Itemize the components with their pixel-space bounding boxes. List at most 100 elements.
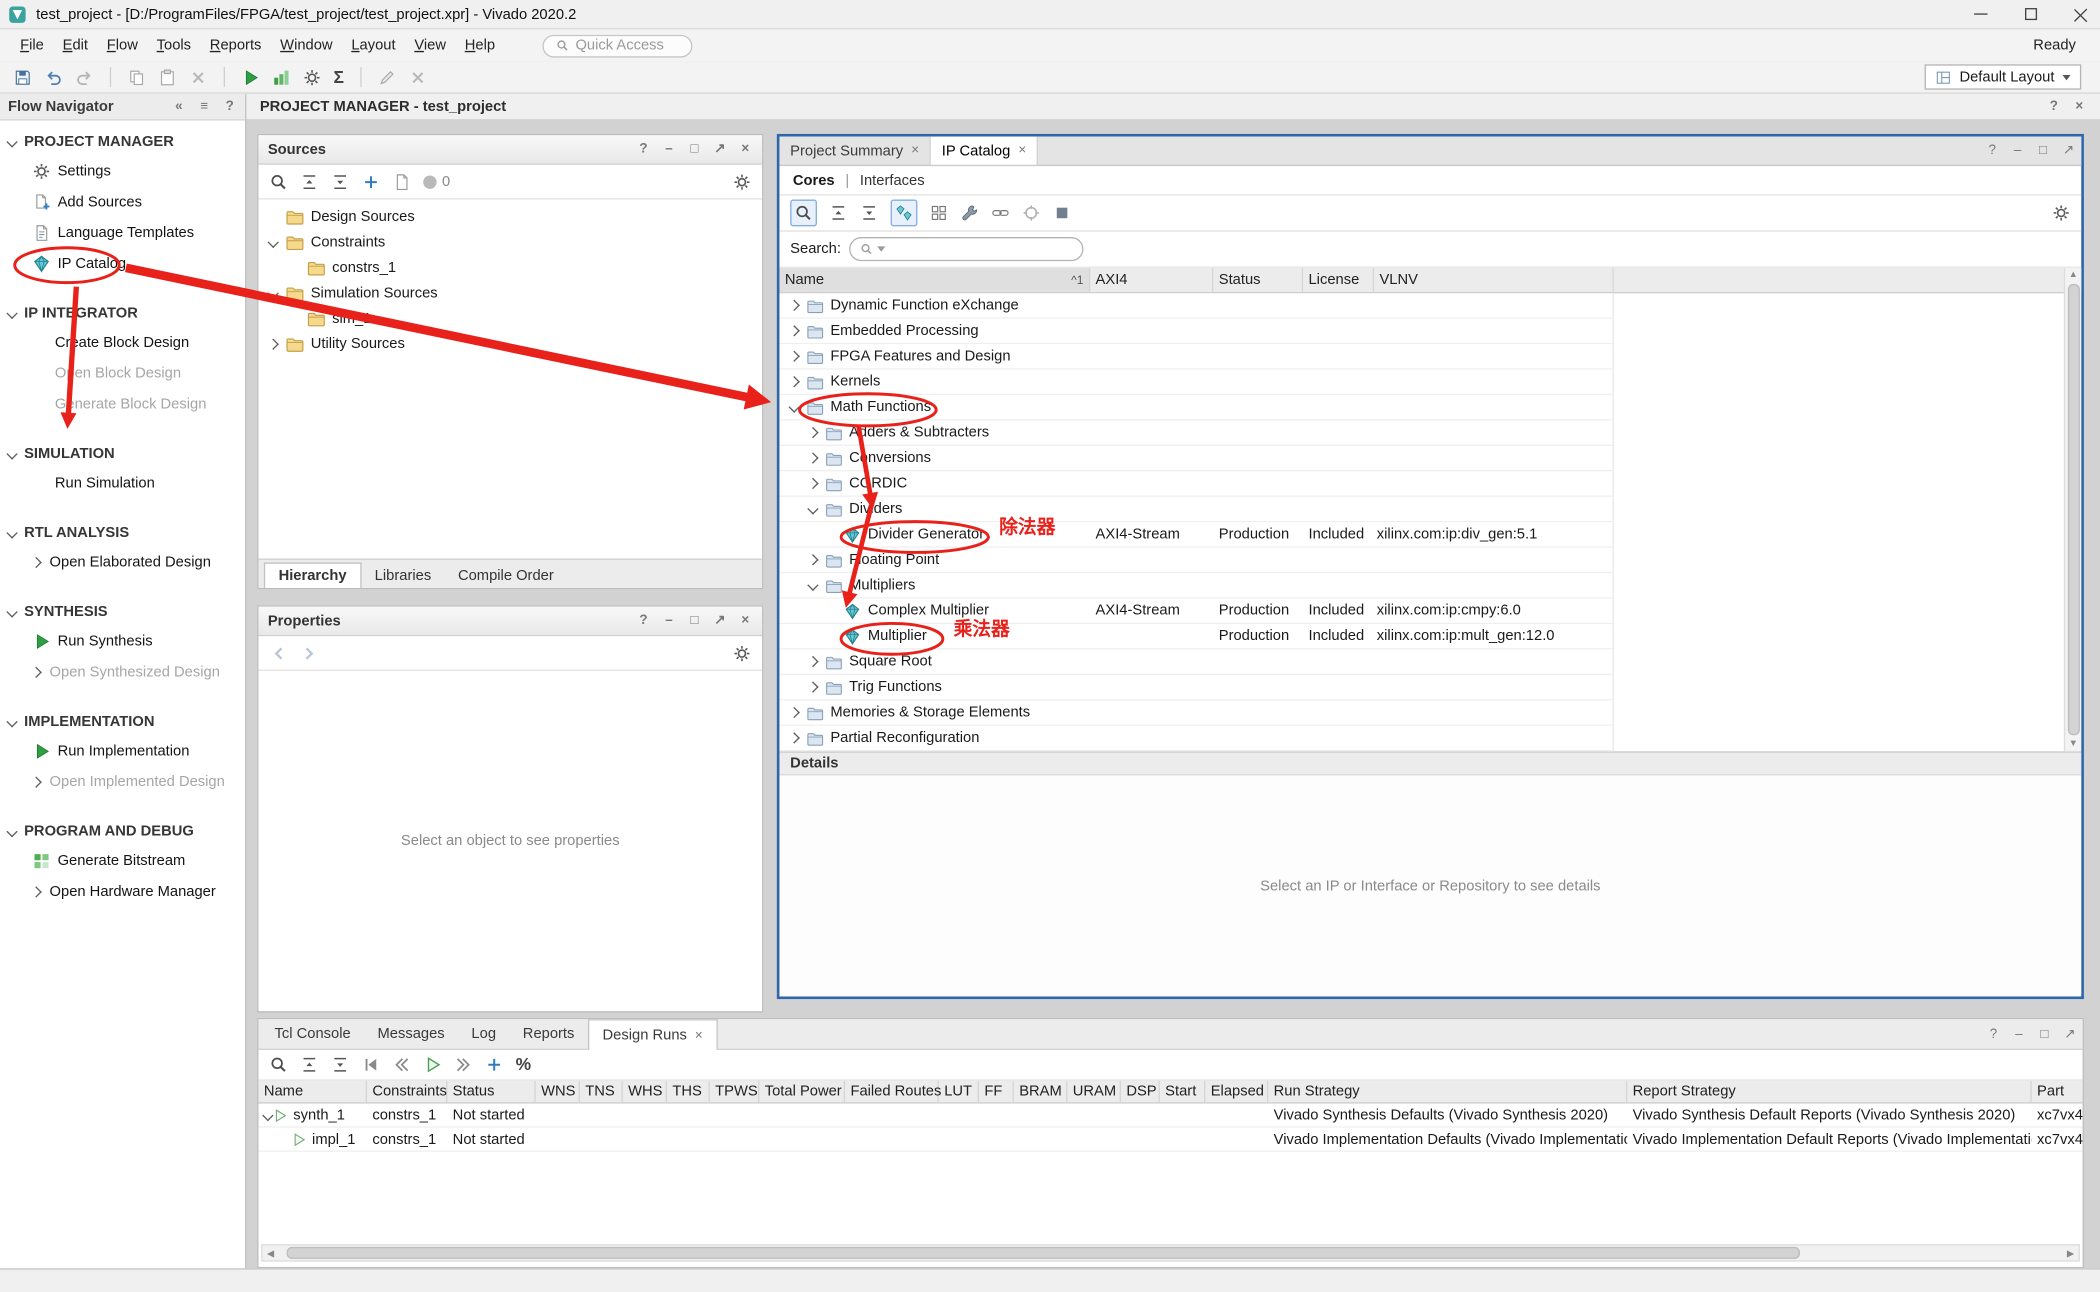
nav-item-language-templates[interactable]: Language Templates [0, 217, 245, 248]
expander-closed-icon[interactable] [789, 300, 800, 311]
expander-open-icon[interactable] [6, 826, 17, 837]
minimize-icon[interactable]: – [662, 613, 677, 628]
nav-item-open-implemented-design[interactable]: Open Implemented Design [0, 766, 245, 797]
search-icon[interactable] [269, 1055, 288, 1074]
scrollbar-thumb[interactable] [287, 1247, 1800, 1259]
expander-closed-icon[interactable] [789, 732, 800, 743]
customize-icon[interactable] [960, 204, 979, 223]
column-header-whs[interactable]: WHS [623, 1081, 667, 1102]
maximize-icon[interactable]: □ [687, 613, 702, 628]
expander-open-icon[interactable] [6, 448, 17, 459]
nav-item-run-simulation[interactable]: Run Simulation [0, 467, 245, 498]
ip-row-divider-generator[interactable]: Divider GeneratorAXI4-StreamProductionIn… [779, 522, 1613, 547]
column-header-part[interactable]: Part [2032, 1081, 2083, 1102]
ip-search-input[interactable] [849, 237, 1083, 261]
pressed-tool[interactable] [891, 200, 918, 227]
nav-item-run-implementation[interactable]: Run Implementation [0, 735, 245, 766]
run-row-synth-1[interactable]: synth_1constrs_1Not startedVivado Synthe… [258, 1104, 2082, 1128]
settings-icon[interactable] [733, 644, 752, 663]
expander-closed-icon[interactable] [807, 427, 818, 438]
expander-closed-icon[interactable] [807, 656, 818, 667]
column-header-name[interactable]: Name^1 [779, 268, 1090, 292]
maximize-icon[interactable]: □ [687, 142, 702, 157]
nav-item-open-block-design[interactable]: Open Block Design [0, 358, 245, 389]
tab-reports[interactable]: Reports [509, 1019, 587, 1048]
expander-closed-icon[interactable] [268, 338, 279, 349]
expander-closed-icon[interactable] [789, 707, 800, 718]
nav-item-open-elaborated-design[interactable]: Open Elaborated Design [0, 546, 245, 577]
close-x-icon[interactable] [408, 68, 427, 87]
close-button[interactable] [2060, 0, 2100, 29]
ip-row-kernels[interactable]: Kernels [779, 370, 1613, 395]
settings-icon[interactable] [733, 172, 752, 191]
expand-all-icon[interactable] [331, 172, 350, 191]
sources-node-constraints[interactable]: Constraints [258, 229, 762, 254]
tab-compile-order[interactable]: Compile Order [445, 563, 568, 588]
column-header-wns[interactable]: WNS [536, 1081, 580, 1102]
quick-access-search[interactable]: Quick Access [542, 34, 692, 57]
ip-row-cordic[interactable]: CORDIC [779, 471, 1613, 496]
column-header-dsp[interactable]: DSP [1121, 1081, 1160, 1102]
save-icon[interactable] [13, 68, 32, 87]
menu-flow[interactable]: Flow [97, 33, 147, 57]
maximize-icon[interactable]: □ [2037, 1027, 2052, 1042]
step-forward-icon[interactable] [454, 1055, 473, 1074]
ip-row-complex-multiplier[interactable]: Complex MultiplierAXI4-StreamProductionI… [779, 599, 1613, 624]
tab-libraries[interactable]: Libraries [361, 563, 444, 588]
close-icon[interactable]: × [738, 613, 753, 628]
ip-row-trig-functions[interactable]: Trig Functions [779, 675, 1613, 700]
nav-section-rtl-analysis[interactable]: RTL ANALYSIS [0, 520, 245, 547]
copy-icon[interactable] [127, 68, 146, 87]
menu-edit[interactable]: Edit [53, 33, 97, 57]
edit-icon[interactable] [377, 68, 396, 87]
ip-row-fpga-features-and-design[interactable]: FPGA Features and Design [779, 344, 1613, 369]
help-icon[interactable]: ? [2046, 99, 2061, 114]
scroll-left-icon[interactable]: ◀ [263, 1248, 279, 1259]
ip-row-partial-reconfiguration[interactable]: Partial Reconfiguration [779, 726, 1613, 751]
blocks-icon[interactable] [272, 68, 291, 87]
close-tab-icon[interactable]: × [1018, 143, 1026, 158]
nav-item-create-block-design[interactable]: Create Block Design [0, 327, 245, 358]
help-icon[interactable]: ? [1986, 1027, 2001, 1042]
ip-row-adders-subtracters[interactable]: Adders & Subtracters [779, 421, 1613, 446]
expander-closed-icon[interactable] [807, 554, 818, 565]
paste-icon[interactable] [158, 68, 177, 87]
nav-section-program-and-debug[interactable]: PROGRAM AND DEBUG [0, 818, 245, 845]
scrollbar-thumb[interactable] [2067, 284, 2079, 735]
horizontal-scrollbar[interactable]: ◀ ▶ [261, 1244, 2080, 1261]
settings-icon[interactable] [2052, 204, 2071, 223]
expander-open-icon[interactable] [807, 503, 818, 514]
expander-open-icon[interactable] [6, 527, 17, 538]
ip-row-square-root[interactable]: Square Root [779, 650, 1613, 675]
vertical-scrollbar[interactable]: ▲ ▼ [2064, 268, 2081, 751]
nav-section-simulation[interactable]: SIMULATION [0, 441, 245, 468]
tab-design-runs[interactable]: Design Runs× [588, 1019, 718, 1050]
ip-row-memories-storage-elements[interactable]: Memories & Storage Elements [779, 700, 1613, 725]
minimize-icon[interactable]: – [662, 142, 677, 157]
expander-open-icon[interactable] [6, 136, 17, 147]
settings-icon[interactable] [303, 68, 322, 87]
group-icon[interactable] [929, 204, 948, 223]
ip-row-conversions[interactable]: Conversions [779, 446, 1613, 471]
expander-open-icon[interactable] [6, 606, 17, 617]
sources-node-sim-1[interactable]: sim_1 [258, 305, 762, 330]
ip-row-multiplier[interactable]: MultiplierProductionIncludedxilinx.com:i… [779, 624, 1613, 649]
add-icon[interactable] [485, 1055, 504, 1074]
collapse-left-icon[interactable]: « [171, 99, 186, 114]
expander-closed-icon[interactable] [30, 556, 41, 567]
column-header-ths[interactable]: THS [667, 1081, 710, 1102]
ip-row-embedded-processing[interactable]: Embedded Processing [779, 319, 1613, 344]
menu-view[interactable]: View [405, 33, 455, 57]
column-header-tns[interactable]: TNS [580, 1081, 623, 1102]
target-icon[interactable] [1022, 204, 1041, 223]
scroll-up-icon[interactable]: ▲ [2069, 268, 2078, 283]
sources-node-design-sources[interactable]: Design Sources [258, 204, 762, 229]
expander-closed-icon[interactable] [30, 666, 41, 677]
collapse-all-icon[interactable] [300, 172, 319, 191]
close-tab-icon[interactable]: × [911, 143, 919, 158]
column-header-report-strategy[interactable]: Report Strategy [1627, 1081, 2031, 1102]
nav-item-open-hardware-manager[interactable]: Open Hardware Manager [0, 876, 245, 907]
taxonomy-icon[interactable] [895, 204, 914, 223]
back-arrow-icon[interactable] [269, 644, 288, 663]
menu-icon[interactable]: ≡ [197, 99, 212, 114]
